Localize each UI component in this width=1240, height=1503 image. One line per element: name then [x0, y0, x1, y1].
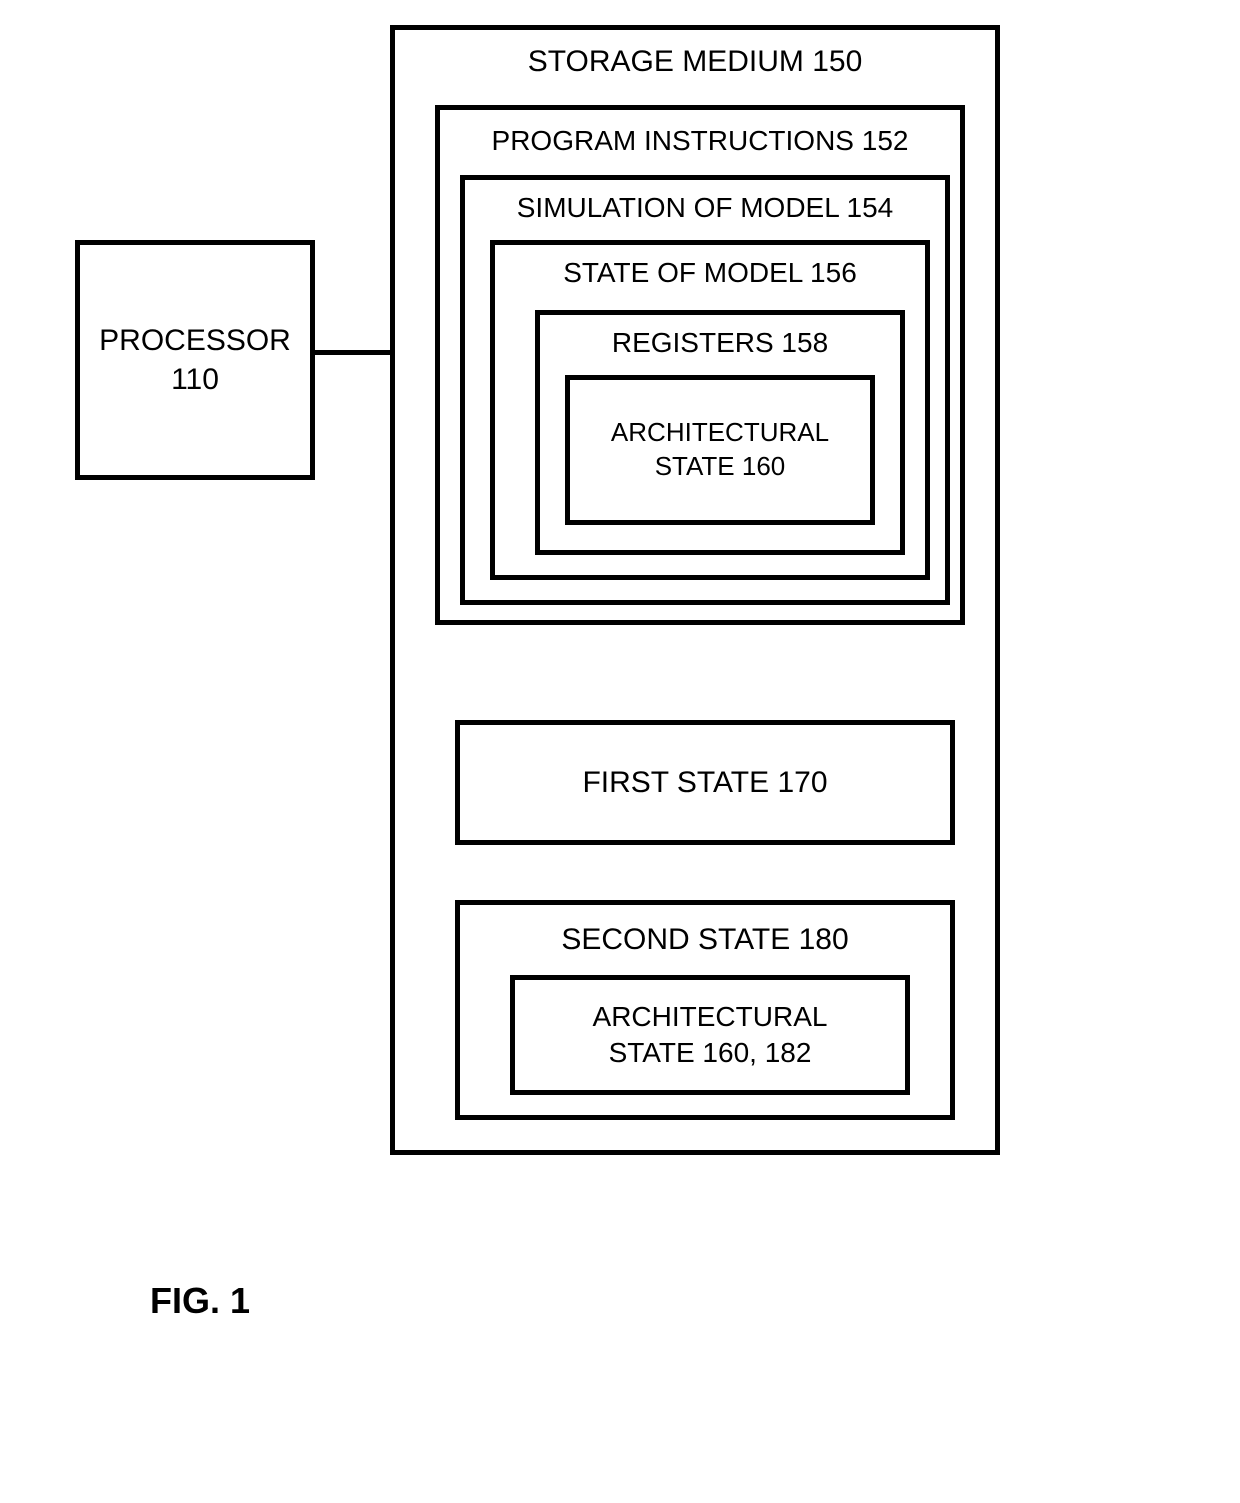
- registers-box: REGISTERS 158 ARCHITECTURAL STATE 160: [535, 310, 905, 555]
- program-title: PROGRAM INSTRUCTIONS 152: [440, 125, 960, 157]
- first-state-box: FIRST STATE 170: [455, 720, 955, 845]
- registers-title: REGISTERS 158: [540, 327, 900, 359]
- architectural-state-box-1: ARCHITECTURAL STATE 160: [565, 375, 875, 525]
- second-state-box: SECOND STATE 180 ARCHITECTURAL STATE 160…: [455, 900, 955, 1120]
- storage-title: STORAGE MEDIUM 150: [395, 45, 995, 79]
- diagram-container: PROCESSOR 110 STORAGE MEDIUM 150 PROGRAM…: [0, 0, 1240, 1503]
- processor-label: PROCESSOR: [99, 321, 291, 360]
- architectural-state-box-2: ARCHITECTURAL STATE 160, 182: [510, 975, 910, 1095]
- state-model-box: STATE OF MODEL 156 REGISTERS 158 ARCHITE…: [490, 240, 930, 580]
- processor-box: PROCESSOR 110: [75, 240, 315, 480]
- state-model-title: STATE OF MODEL 156: [495, 257, 925, 289]
- first-state-label: FIRST STATE 170: [582, 766, 827, 800]
- arch-state2-line1: ARCHITECTURAL: [593, 999, 828, 1035]
- simulation-title: SIMULATION OF MODEL 154: [465, 192, 945, 224]
- arch-state-line2: STATE 160: [655, 450, 786, 484]
- processor-ref: 110: [171, 360, 219, 399]
- figure-label: FIG. 1: [150, 1280, 250, 1322]
- arch-state-line1: ARCHITECTURAL: [611, 416, 829, 450]
- arch-state2-line2: STATE 160, 182: [609, 1035, 812, 1071]
- storage-medium-box: STORAGE MEDIUM 150 PROGRAM INSTRUCTIONS …: [390, 25, 1000, 1155]
- second-state-title: SECOND STATE 180: [460, 923, 950, 957]
- simulation-model-box: SIMULATION OF MODEL 154 STATE OF MODEL 1…: [460, 175, 950, 605]
- program-instructions-box: PROGRAM INSTRUCTIONS 152 SIMULATION OF M…: [435, 105, 965, 625]
- connector-line: [315, 350, 390, 355]
